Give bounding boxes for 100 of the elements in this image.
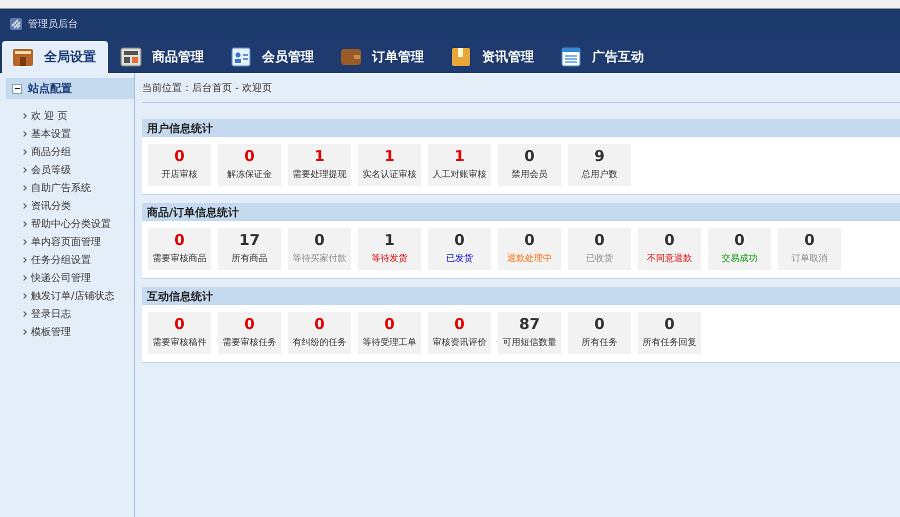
stat-tile[interactable]: 0 禁用会员 [498,144,561,186]
sidebar-item[interactable]: 欢 迎 页 [31,109,68,123]
stat-tile[interactable]: 0 有纠纷的任务 [288,312,351,354]
stat-label: 需要审核稿件 [152,336,206,349]
nav-tab[interactable]: 商品管理 [110,41,218,73]
stat-value: 0 [594,233,605,248]
stat-label: 所有商品 [232,252,268,265]
stat-value: 9 [594,149,605,164]
house-icon [12,46,34,68]
stat-label: 退款处理中 [507,252,552,265]
stat-value: 0 [244,317,255,332]
stat-tile[interactable]: 0 需要审核任务 [218,312,281,354]
stat-tile[interactable]: 0 等待买家付款 [288,228,351,270]
chevron-icon [21,149,27,155]
sidebar-item[interactable]: 触发订单/店铺状态 [31,289,114,303]
chevron-icon [21,113,27,119]
stat-label: 已发货 [446,252,473,265]
sidebar-item[interactable]: 资讯分类 [31,199,71,213]
stat-tile[interactable]: 0 已收货 [568,228,631,270]
stat-value: 0 [734,233,745,248]
chevron-icon [21,185,27,191]
chevron-icon [21,239,27,245]
stat-tile[interactable]: 0 所有任务 [568,312,631,354]
id-card-icon [230,46,252,68]
wallet-icon [340,46,362,68]
stat-tile[interactable]: 0 订单取消 [778,228,841,270]
stat-label: 总用户数 [582,168,618,181]
stat-value: 0 [174,149,185,164]
chevron-icon [21,257,27,263]
stat-tile[interactable]: 1 需要处理提现 [288,144,351,186]
stat-value: 1 [314,149,325,164]
chevron-icon [21,167,27,173]
stat-label: 所有任务 [582,336,618,349]
stat-label: 解冻保证金 [227,168,272,181]
stat-tile[interactable]: 0 退款处理中 [498,228,561,270]
stat-value: 0 [454,233,465,248]
chevron-icon [21,131,27,137]
sidebar-item[interactable]: 快递公司管理 [31,271,91,285]
stat-value: 1 [454,149,465,164]
sidebar-item[interactable]: 帮助中心分类设置 [31,217,111,231]
sidebar-item[interactable]: 任务分组设置 [31,253,91,267]
stat-label: 审核资讯评价 [432,336,486,349]
chevron-icon [21,203,27,209]
stat-label: 开店审核 [162,168,198,181]
stat-label: 可用短信数量 [502,336,556,349]
stat-tile[interactable]: 0 开店审核 [148,144,211,186]
collapse-icon[interactable] [12,84,22,94]
sidebar-item[interactable]: 自助广告系统 [31,181,91,195]
sidebar-item[interactable]: 登录日志 [31,307,71,321]
nav-tab[interactable]: 资讯管理 [440,41,548,73]
stat-tile[interactable]: 0 已发货 [428,228,491,270]
stat-label: 等待发货 [372,252,408,265]
nav-tab[interactable]: 会员管理 [220,41,328,73]
chevron-icon [21,293,27,299]
stat-value: 0 [524,233,535,248]
stat-tile[interactable]: 17 所有商品 [218,228,281,270]
stat-label: 订单取消 [792,252,828,265]
stat-value: 0 [174,233,185,248]
sidebar-item[interactable]: 会员等级 [31,163,71,177]
stat-tile[interactable]: 0 交易成功 [708,228,771,270]
stat-tile[interactable]: 1 等待发货 [358,228,421,270]
stat-tile[interactable]: 0 审核资讯评价 [428,312,491,354]
stat-value: 0 [454,317,465,332]
stat-tile[interactable]: 0 需要审核商品 [148,228,211,270]
sidebar-item[interactable]: 模板管理 [31,325,71,339]
stat-tile[interactable]: 0 不同意退款 [638,228,701,270]
sidebar-item[interactable]: 基本设置 [31,127,71,141]
breadcrumb: 当前位置：后台首页 - 欢迎页 [142,73,900,103]
stat-tile[interactable]: 0 等待受理工单 [358,312,421,354]
stat-tile[interactable]: 87 可用短信数量 [498,312,561,354]
stat-tile[interactable]: 0 需要审核稿件 [148,312,211,354]
stat-value: 1 [384,233,395,248]
nav-tab[interactable]: 广告互动 [550,41,658,73]
chevron-icon [21,311,27,317]
stat-value: 17 [239,233,260,248]
stat-value: 0 [244,149,255,164]
stat-value: 87 [519,317,540,332]
nav-tab[interactable]: 订单管理 [330,41,438,73]
list-icon [560,46,582,68]
stat-tile[interactable]: 9 总用户数 [568,144,631,186]
stat-label: 禁用会员 [512,168,548,181]
stat-tile[interactable]: 0 解冻保证金 [218,144,281,186]
stat-label: 交易成功 [722,252,758,265]
stat-label: 人工对账审核 [432,168,486,181]
sidebar-item[interactable]: 商品分组 [31,145,71,159]
nav-tab[interactable]: 全局设置 [2,41,108,73]
grid-icon [120,46,142,68]
stat-label: 不同意退款 [647,252,692,265]
stat-value: 0 [384,317,395,332]
stat-tile[interactable]: 0 所有任务回复 [638,312,701,354]
stat-tile[interactable]: 1 人工对账审核 [428,144,491,186]
box-icon [450,46,472,68]
sidebar-title: 站点配置 [28,81,72,96]
stat-label: 需要审核商品 [152,252,206,265]
app-title: 管理员后台 [28,18,78,31]
stat-tile[interactable]: 1 实名认证审核 [358,144,421,186]
stat-label: 有纠纷的任务 [292,336,346,349]
stat-label: 等待买家付款 [292,252,346,265]
stat-label: 所有任务回复 [642,336,696,349]
sidebar-item[interactable]: 单内容页面管理 [31,235,101,249]
